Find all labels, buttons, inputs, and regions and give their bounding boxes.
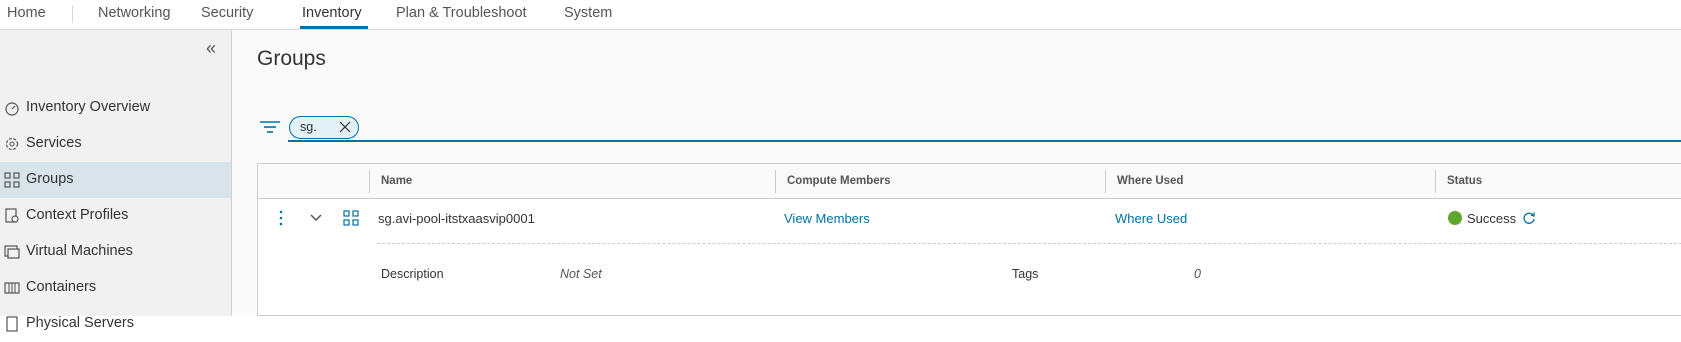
- sidebar: « Inventory Overview Services Groups Con…: [0, 30, 232, 332]
- column-divider: [1105, 170, 1106, 193]
- context-profile-icon: [5, 208, 19, 223]
- sidebar-item-label: Context Profiles: [26, 207, 129, 223]
- column-header-status[interactable]: Status: [1447, 175, 1482, 187]
- status-text: Success: [1467, 211, 1517, 226]
- tab-plan-troubleshoot[interactable]: Plan & Troubleshoot: [396, 4, 527, 22]
- active-tab-indicator: [300, 26, 368, 29]
- filter-chip[interactable]: sg.: [289, 116, 359, 139]
- row-detail-divider: [377, 243, 1681, 244]
- tags-value[interactable]: 0: [1194, 267, 1201, 281]
- container-icon: [4, 282, 20, 294]
- gear-icon: [5, 137, 19, 151]
- tab-security[interactable]: Security: [201, 4, 253, 22]
- collapse-sidebar-icon[interactable]: «: [206, 38, 216, 59]
- sidebar-item-containers[interactable]: Containers: [0, 270, 231, 306]
- sidebar-item-label: Physical Servers: [26, 315, 134, 331]
- page-title: Groups: [257, 47, 326, 70]
- tab-inventory[interactable]: Inventory: [302, 4, 362, 22]
- group-name: sg.avi-pool-itstxaasvip0001: [378, 211, 535, 226]
- server-icon: [6, 316, 18, 332]
- status-success-icon: [1448, 211, 1462, 225]
- column-header-where-used[interactable]: Where Used: [1117, 175, 1183, 187]
- dashboard-icon: [5, 102, 19, 116]
- sidebar-item-inventory-overview[interactable]: Inventory Overview: [0, 90, 231, 126]
- filter-chip-label: sg.: [300, 120, 317, 134]
- column-divider: [1435, 170, 1436, 193]
- sidebar-item-label: Inventory Overview: [26, 99, 151, 115]
- tab-system[interactable]: System: [564, 4, 612, 22]
- chevron-down-icon[interactable]: [309, 212, 323, 224]
- tab-home[interactable]: Home: [7, 4, 46, 22]
- where-used-link[interactable]: Where Used: [1115, 211, 1187, 226]
- nav-divider: [72, 5, 73, 23]
- main-content: Groups sg. Name Compute Members Where Us…: [232, 30, 1681, 316]
- filter-icon[interactable]: [260, 119, 280, 135]
- top-navigation: Home Networking Security Inventory Plan …: [0, 0, 1681, 30]
- column-header-name[interactable]: Name: [381, 175, 412, 187]
- column-header-compute-members[interactable]: Compute Members: [787, 175, 891, 187]
- close-icon[interactable]: [339, 120, 351, 134]
- sidebar-item-virtual-machines[interactable]: Virtual Machines: [0, 234, 231, 270]
- column-divider: [369, 170, 370, 193]
- sidebar-item-services[interactable]: Services: [0, 126, 231, 162]
- sidebar-item-label: Virtual Machines: [26, 243, 133, 259]
- sidebar-item-groups[interactable]: Groups: [0, 162, 231, 198]
- sidebar-item-context-profiles[interactable]: Context Profiles: [0, 198, 231, 234]
- groups-icon: [4, 172, 20, 188]
- groups-table: Name Compute Members Where Used Status s…: [257, 163, 1681, 316]
- description-value: Not Set: [560, 267, 602, 281]
- description-label: Description: [381, 267, 444, 281]
- column-divider: [775, 170, 776, 193]
- groups-icon: [343, 210, 359, 226]
- sidebar-item-label: Services: [26, 135, 82, 151]
- more-actions-icon[interactable]: [278, 210, 284, 226]
- tab-networking[interactable]: Networking: [98, 4, 171, 22]
- filter-input-underline[interactable]: [288, 140, 1681, 142]
- sidebar-item-label: Groups: [26, 171, 74, 187]
- refresh-icon[interactable]: [1522, 211, 1536, 225]
- view-members-link[interactable]: View Members: [784, 211, 870, 226]
- sidebar-item-physical-servers[interactable]: Physical Servers: [0, 306, 231, 342]
- sidebar-item-label: Containers: [26, 279, 97, 295]
- table-header: Name Compute Members Where Used Status: [258, 164, 1681, 199]
- tags-label: Tags: [1012, 267, 1039, 281]
- vm-icon: [4, 245, 20, 259]
